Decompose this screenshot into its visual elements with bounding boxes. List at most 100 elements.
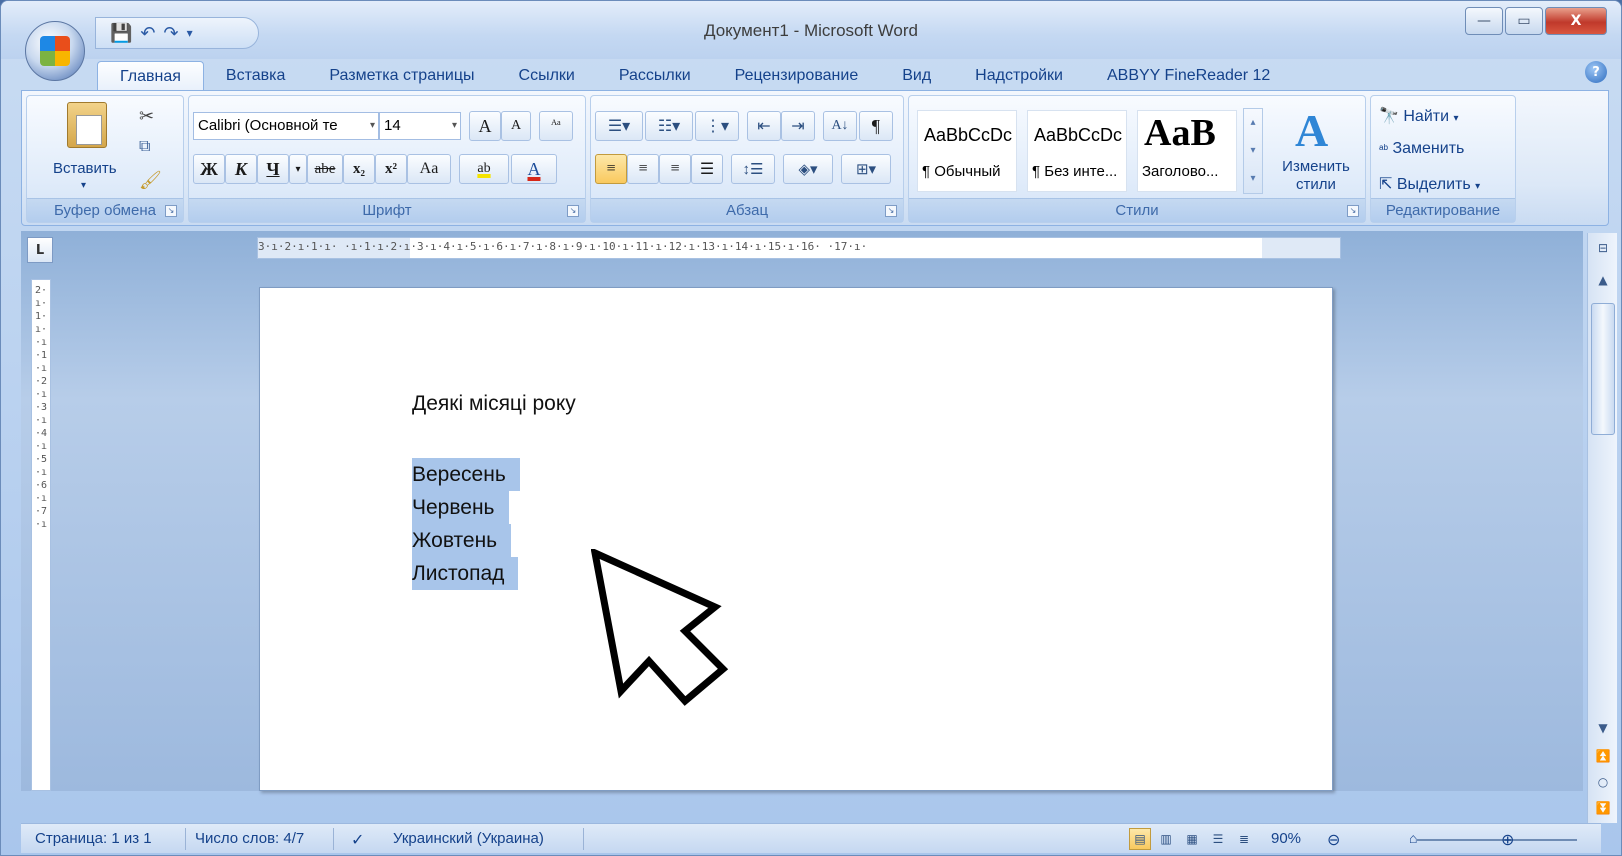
subscript-button[interactable]: x₂ [343,154,375,184]
align-left-icon[interactable]: ≡ [595,154,627,184]
italic-button[interactable]: К [225,154,257,184]
underline-button[interactable]: Ч [257,154,289,184]
highlight-button[interactable]: ab [459,154,509,184]
borders-icon[interactable]: ⊞▾ [841,154,891,184]
style-normal[interactable]: AaBbCcDc ¶ Обычный [917,110,1017,192]
font-name-combo[interactable]: Calibri (Основной те ▾ [193,112,379,140]
language-indicator[interactable]: Украинский (Украина) [393,830,544,847]
select-button[interactable]: ⇱ Выделить ▾ [1379,174,1480,194]
change-case-button[interactable]: Aa [407,154,451,184]
style-heading[interactable]: AaB Заголово... [1137,110,1237,192]
zoom-thumb[interactable]: ⌂ [1409,830,1417,846]
multilevel-list-icon[interactable]: ⋮▾ [695,111,739,141]
font-size-combo[interactable]: 14 ▾ [379,112,461,140]
increase-indent-icon[interactable]: ⇥ [781,111,815,141]
horizontal-ruler[interactable]: 3·ı·2·ı·1·ı· ·ı·1·ı·2·ı·3·ı·4·ı·5·ı·6·ı·… [257,237,1341,259]
binoculars-icon: 🔭 [1379,108,1399,125]
next-page-icon[interactable]: ⏬ [1592,797,1614,819]
paste-icon[interactable] [67,102,107,148]
find-button[interactable]: 🔭 Найти ▾ [1379,106,1459,126]
bullets-icon[interactable]: ☰▾ [595,111,643,141]
maximize-button[interactable]: ▭ [1505,7,1543,35]
vertical-scrollbar[interactable]: ⊟ ▲ ▼ ⏫ ○ ⏬ [1587,233,1617,823]
change-styles-button[interactable]: Изменить стили [1271,158,1361,194]
scroll-down-icon[interactable]: ▼ [1592,717,1614,739]
copy-icon[interactable]: ⧉ [139,138,150,156]
draft-view-icon[interactable]: ≣ [1233,828,1255,850]
tab-abbyy[interactable]: ABBYY FineReader 12 [1085,61,1292,91]
font-group-label: Шрифт [189,198,585,222]
show-marks-button[interactable]: ¶ [859,111,893,141]
line-spacing-icon[interactable]: ↕☰ [731,154,775,184]
paragraph-group-label: Абзац [591,198,903,222]
print-layout-icon[interactable]: ▤ [1129,828,1151,850]
styles-group: AaBbCcDc ¶ Обычный AaBbCcDc ¶ Без инте..… [908,95,1366,223]
office-button[interactable] [25,21,85,81]
list-item[interactable]: Жовтень [412,524,512,557]
tab-view[interactable]: Вид [880,61,953,91]
align-right-icon[interactable]: ≡ [659,154,691,184]
clear-format-icon[interactable]: ᴬᵃ [539,111,573,141]
tab-insert[interactable]: Вставка [204,61,307,91]
sort-icon[interactable]: A↓ [823,111,857,141]
zoom-out-icon[interactable]: ⊖ [1327,830,1340,850]
style-name: ¶ Обычный [922,163,1001,180]
bold-button[interactable]: Ж [193,154,225,184]
tab-review[interactable]: Рецензирование [713,61,881,91]
styles-scroll-icon[interactable]: ▴ ▾ ▾ [1243,108,1263,194]
list-item[interactable]: Вересень [412,458,520,491]
page-indicator[interactable]: Страница: 1 из 1 [35,830,152,847]
replace-button[interactable]: ᵃᵇ Заменить [1379,140,1464,158]
zoom-slider[interactable] [1417,839,1577,841]
close-button[interactable]: X [1545,7,1607,35]
numbering-icon[interactable]: ☷▾ [645,111,693,141]
strikethrough-button[interactable]: abe [307,154,343,184]
selected-month-list[interactable]: Вересень Червень Жовтень Листопад [412,458,520,590]
align-center-icon[interactable]: ≡ [627,154,659,184]
shading-icon[interactable]: ◈▾ [783,154,833,184]
web-layout-icon[interactable]: ▦ [1181,828,1203,850]
outline-view-icon[interactable]: ☰ [1207,828,1229,850]
previous-page-icon[interactable]: ⏫ [1592,745,1614,767]
font-launcher-icon[interactable]: ↘ [567,205,579,217]
tab-home[interactable]: Главная [97,61,204,91]
vertical-ruler[interactable]: 2·ı·1·ı··ı·1·ı·2·ı·3·ı·4·ı·5·ı·6·ı·7·ı [31,279,51,791]
document-page[interactable]: Деякі місяці року Вересень Червень Жовте… [259,287,1333,791]
chevron-down-icon: ▾ [369,120,375,131]
list-item[interactable]: Листопад [412,557,519,590]
font-color-button[interactable]: A [511,154,557,184]
word-count[interactable]: Число слов: 4/7 [195,830,304,847]
underline-dropdown-icon[interactable]: ▾ [289,154,307,184]
minimize-button[interactable]: — [1465,7,1503,35]
scroll-up-icon[interactable]: ▲ [1592,269,1614,291]
change-styles-icon[interactable]: A [1295,104,1328,157]
browse-object-icon[interactable]: ○ [1592,771,1614,793]
paste-button[interactable]: Вставить [53,160,117,177]
zoom-level[interactable]: 90% [1271,830,1301,847]
proofing-icon[interactable]: ✓ [351,830,364,850]
zoom-in-icon[interactable]: ⊕ [1501,830,1514,850]
paste-dropdown-icon[interactable]: ▾ [81,180,86,191]
shrink-font-button[interactable]: A [501,111,531,141]
cut-icon[interactable]: ✂ [139,106,154,127]
decrease-indent-icon[interactable]: ⇤ [747,111,781,141]
help-icon[interactable]: ? [1585,61,1607,83]
justify-icon[interactable]: ☰ [691,154,723,184]
list-item[interactable]: Червень [412,491,509,524]
format-painter-icon[interactable]: 🖌 [139,170,162,191]
grow-font-button[interactable]: A [469,111,501,141]
paragraph-launcher-icon[interactable]: ↘ [885,205,897,217]
select-label: Выделить [1396,176,1471,193]
ruler-toggle-icon[interactable]: ⊟ [1592,237,1614,259]
tab-addins[interactable]: Надстройки [953,61,1085,91]
full-screen-reading-icon[interactable]: ▥ [1155,828,1177,850]
tab-references[interactable]: Ссылки [497,61,597,91]
style-no-spacing[interactable]: AaBbCcDc ¶ Без инте... [1027,110,1127,192]
tab-page-layout[interactable]: Разметка страницы [307,61,496,91]
tab-mailings[interactable]: Рассылки [597,61,713,91]
styles-launcher-icon[interactable]: ↘ [1347,205,1359,217]
tab-selector-icon[interactable]: L [27,237,53,263]
scroll-thumb[interactable] [1591,303,1615,435]
clipboard-launcher-icon[interactable]: ↘ [165,205,177,217]
superscript-button[interactable]: x² [375,154,407,184]
